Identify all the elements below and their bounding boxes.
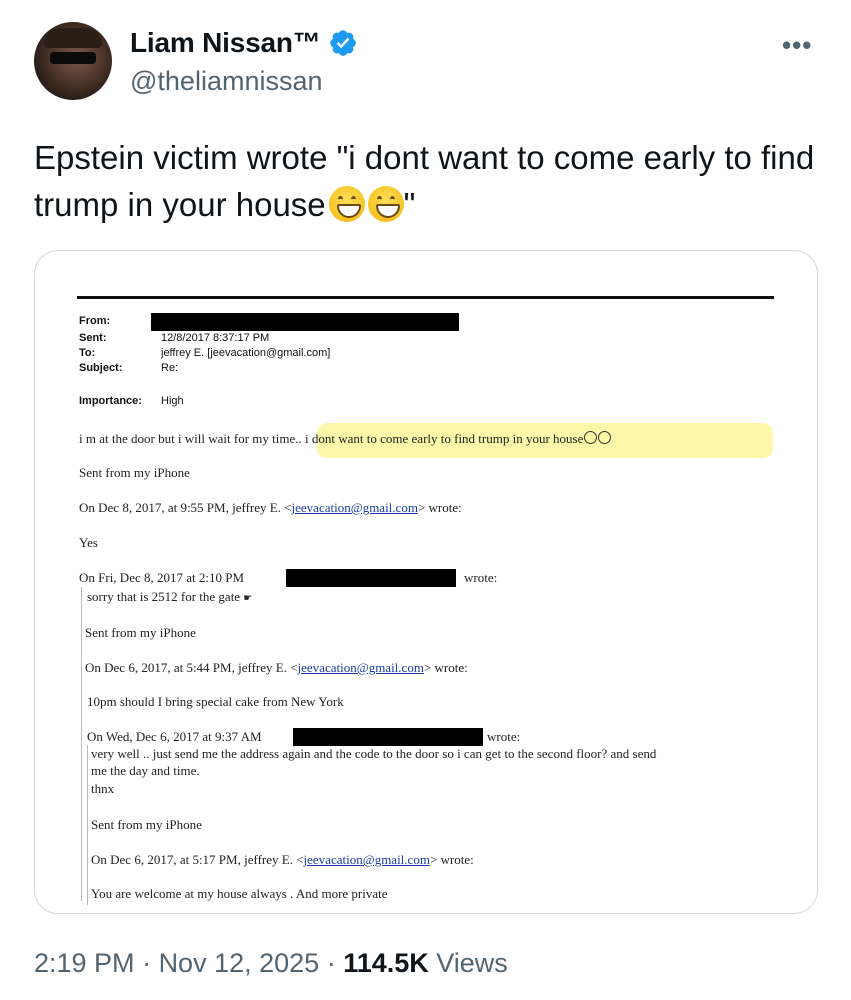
views-count: 114.5K: [343, 948, 429, 978]
smiley-emoji-icon: [598, 431, 612, 444]
subject-value: Re:: [161, 362, 179, 374]
smiley-emoji-icon: [584, 431, 598, 444]
sent-from-iphone: Sent from my iPhone: [79, 465, 190, 480]
quote-header-5: On Dec 6, 2017, at 5:17 PM, jeffrey E. <…: [91, 852, 474, 867]
avatar-sunglasses: [50, 52, 96, 64]
author-name[interactable]: Liam Nissan™: [130, 27, 321, 59]
tweet-date[interactable]: Nov 12, 2025: [159, 948, 320, 978]
redaction-bar: [151, 313, 459, 331]
label-subject: Subject:: [79, 362, 123, 374]
tweet-time[interactable]: 2:19 PM: [34, 948, 135, 978]
label-to: To:: [79, 347, 96, 359]
quote-header-3: On Dec 6, 2017, at 5:44 PM, jeffrey E. <…: [85, 660, 468, 675]
quote-header-1: On Dec 8, 2017, at 9:55 PM, jeffrey E. <…: [79, 500, 462, 515]
sent-from-iphone: Sent from my iPhone: [91, 817, 202, 832]
reply-yes: Yes: [79, 535, 98, 550]
more-horizontal-icon[interactable]: •••: [782, 30, 812, 61]
tweet-timestamp: 2:19 PM · Nov 12, 2025 · 114.5K Views: [34, 948, 508, 979]
sent-from-iphone: Sent from my iPhone: [85, 625, 196, 640]
email-link[interactable]: jeevacation@gmail.com: [292, 500, 418, 515]
quote-bar: [81, 587, 82, 901]
gate-line: sorry that is 2512 for the gate ☛: [87, 589, 253, 604]
author-handle[interactable]: @theliamnissan: [130, 66, 323, 97]
very-well-line-1: very well .. just send me the address ag…: [91, 746, 657, 761]
email-link[interactable]: jeevacation@gmail.com: [298, 660, 424, 675]
sent-value: 12/8/2017 8:37:17 PM: [161, 332, 270, 344]
tweet-text: Epstein victim wrote "i dont want to com…: [34, 134, 824, 228]
avatar-hair: [44, 28, 102, 48]
quote-header-4: On Wed, Dec 6, 2017 at 9:37 AM: [87, 729, 262, 744]
quote-header-4-wrote: wrote:: [487, 729, 521, 744]
quote-header-2: On Fri, Dec 8, 2017 at 2:10 PM: [79, 570, 245, 585]
welcome-line: You are welcome at my house always . And…: [91, 886, 388, 901]
views-label: Views: [428, 948, 508, 978]
grinning-emoji-icon: [367, 186, 404, 222]
separator-dot: ·: [319, 948, 344, 978]
email-link[interactable]: jeevacation@gmail.com: [304, 852, 430, 867]
thnx-line: thnx: [91, 781, 115, 796]
label-sent: Sent:: [79, 332, 107, 344]
redaction-bar: [293, 728, 483, 746]
tweet-media-image[interactable]: From: Sent: 12/8/2017 8:37:17 PM To: jef…: [34, 250, 818, 914]
separator-dot: ·: [134, 948, 159, 978]
quote-bar: [87, 745, 88, 905]
label-importance: Importance:: [79, 395, 142, 407]
very-well-line-2: me the day and time.: [91, 763, 200, 778]
email-document: From: Sent: 12/8/2017 8:37:17 PM To: jef…: [35, 251, 817, 913]
avatar[interactable]: [34, 22, 112, 100]
tweet-text-body: Epstein victim wrote "i dont want to com…: [34, 139, 815, 223]
email-body-first-line: i m at the door but i will wait for my t…: [79, 431, 612, 447]
to-value: jeffrey E. [jeevacation@gmail.com]: [161, 347, 331, 359]
importance-value: High: [161, 395, 184, 407]
label-from: From:: [79, 315, 111, 327]
author-name-row[interactable]: Liam Nissan™: [130, 24, 358, 62]
verified-badge-icon: [329, 30, 356, 56]
grinning-emoji-icon: [328, 186, 365, 222]
quote-header-2-wrote: wrote:: [464, 570, 498, 585]
email-header-rule: [77, 296, 774, 299]
redaction-bar: [286, 569, 456, 587]
tweet-text-end: ": [403, 186, 416, 223]
cake-line: 10pm should I bring special cake from Ne…: [87, 694, 344, 709]
